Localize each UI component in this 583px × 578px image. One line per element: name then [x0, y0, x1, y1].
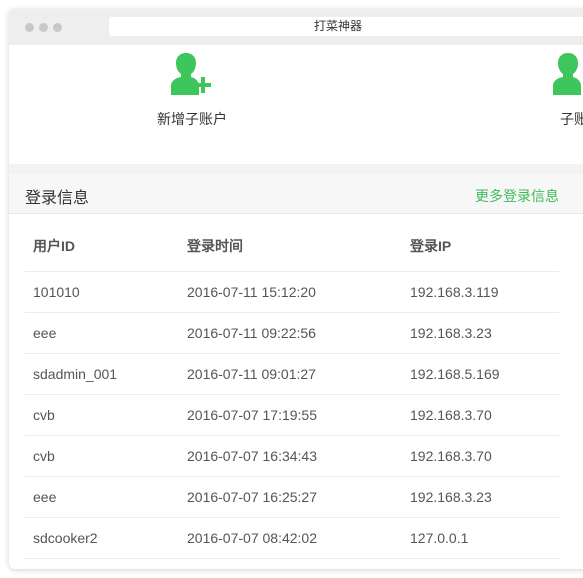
quick-action-label: 子账	[560, 111, 583, 127]
table-row: 101010 2016-07-11 15:12:20 192.168.3.119	[25, 271, 559, 313]
user-id-cell: cvb	[25, 394, 179, 436]
login-time-cell: 2016-07-07 16:25:27	[179, 476, 402, 518]
table-header-row: 用户ID 登录时间 登录IP	[25, 236, 559, 272]
address-bar[interactable]: 打菜神器	[109, 17, 583, 36]
table-row: eee 2016-07-11 09:22:56 192.168.3.23	[25, 312, 559, 354]
user-id-cell: sdadmin_001	[25, 353, 179, 395]
login-ip-cell: 192.168.3.70	[402, 435, 559, 477]
login-ip-cell: 192.168.5.169	[402, 353, 559, 395]
user-id-cell: 101010	[25, 271, 179, 313]
table-row: cvb 2016-07-07 16:34:43 192.168.3.70	[25, 435, 559, 477]
login-ip-cell: 192.168.3.23	[402, 476, 559, 518]
window-maximize-dot[interactable]	[53, 23, 62, 32]
login-table: 用户ID 登录时间 登录IP 101010 2016-07-11 15:12:2…	[25, 236, 559, 559]
panel-title: 登录信息	[25, 190, 90, 207]
column-header: 用户ID	[25, 236, 179, 272]
login-ip-cell: 192.168.3.70	[402, 394, 559, 436]
window-close-dot[interactable]	[25, 23, 34, 32]
table-row: cvb 2016-07-07 17:19:55 192.168.3.70	[25, 394, 559, 436]
panel-header: 登录信息 更多登录信息	[9, 174, 583, 214]
table-row: eee 2016-07-07 16:25:27 192.168.3.23	[25, 476, 559, 518]
login-ip-cell: 192.168.3.23	[402, 312, 559, 354]
title-bar: 打菜神器	[9, 9, 583, 45]
user-icon	[553, 53, 581, 95]
user-id-cell: sdcooker2	[25, 517, 179, 559]
login-time-cell: 2016-07-11 09:22:56	[179, 312, 402, 354]
login-time-cell: 2016-07-11 09:01:27	[179, 353, 402, 395]
login-time-cell: 2016-07-07 08:42:02	[179, 517, 402, 559]
login-ip-cell: 192.168.3.119	[402, 271, 559, 313]
login-time-cell: 2016-07-11 15:12:20	[179, 271, 402, 313]
login-time-cell: 2016-07-07 17:19:55	[179, 394, 402, 436]
table-row: sdadmin_001 2016-07-11 09:01:27 192.168.…	[25, 353, 559, 395]
user-id-cell: eee	[25, 312, 179, 354]
login-ip-cell: 127.0.0.1	[402, 517, 559, 559]
subaccount-button[interactable]: 子账	[524, 45, 583, 129]
login-time-cell: 2016-07-07 16:34:43	[179, 435, 402, 477]
more-login-info-link[interactable]: 更多登录信息	[475, 186, 559, 206]
quick-action-label: 新增子账户	[157, 111, 227, 127]
column-header: 登录时间	[179, 236, 402, 272]
window-minimize-dot[interactable]	[39, 23, 48, 32]
column-header: 登录IP	[402, 236, 559, 272]
table-row: sdcooker2 2016-07-07 08:42:02 127.0.0.1	[25, 517, 559, 559]
quick-actions-card: 新增子账户 子账	[9, 45, 583, 164]
add-subaccount-button[interactable]: 新增子账户	[142, 45, 242, 129]
user-id-cell: cvb	[25, 435, 179, 477]
add-user-icon	[171, 53, 211, 95]
app-window: 打菜神器 新增子账户 子账 登录信息 更多登录信息 用户ID 登录时间 登录IP…	[9, 9, 583, 569]
user-id-cell: eee	[25, 476, 179, 518]
login-info-panel: 登录信息 更多登录信息 用户ID 登录时间 登录IP 101010 2016-0…	[9, 174, 583, 569]
window-title: 打菜神器	[314, 19, 363, 33]
